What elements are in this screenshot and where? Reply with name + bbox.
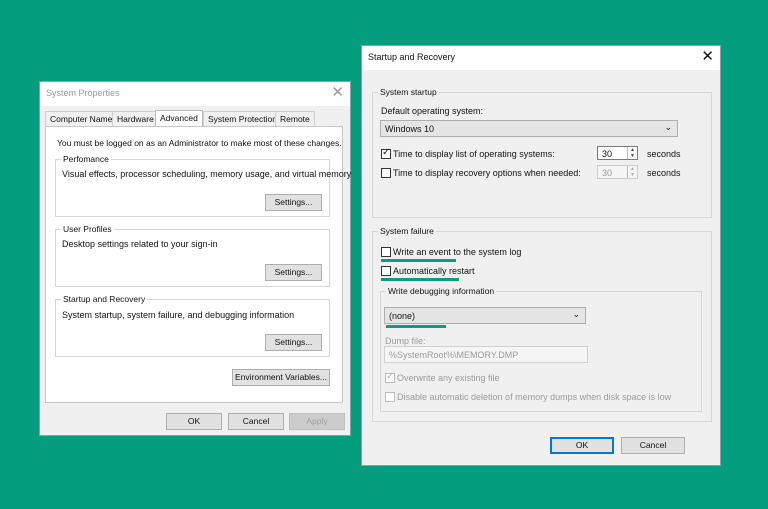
time-list-value: 30 [602, 149, 613, 159]
time-list-spinner[interactable]: 30 ▲ ▼ [597, 146, 638, 160]
auto-restart-checkbox[interactable] [381, 266, 391, 276]
performance-settings-button[interactable]: Settings... [265, 194, 322, 211]
admin-notice: You must be logged on as an Administrato… [57, 138, 342, 148]
system-failure-legend: System failure [378, 226, 436, 236]
startup-recovery-legend: Startup and Recovery [61, 294, 148, 304]
tab-advanced[interactable]: Advanced [155, 110, 203, 127]
write-event-highlight [381, 259, 456, 262]
startup-recovery-settings-button[interactable]: Settings... [265, 334, 322, 351]
tab-system-protection[interactable]: System Protection [203, 111, 282, 126]
write-event-checkbox[interactable] [381, 247, 391, 257]
sysprops-ok-button[interactable]: OK [166, 413, 222, 430]
startup-recovery-description: System startup, system failure, and debu… [62, 310, 295, 320]
debug-info-legend: Write debugging information [386, 286, 497, 296]
sr-title-bar[interactable]: Startup and Recovery ✕ [362, 46, 720, 70]
user-profiles-legend: User Profiles [61, 224, 114, 234]
dump-file-input[interactable]: %SystemRoot%\MEMORY.DMP [384, 346, 588, 363]
chevron-down-icon: ⌄ [664, 122, 672, 132]
dump-file-value: %SystemRoot%\MEMORY.DMP [389, 350, 519, 360]
debug-type-highlight [386, 325, 446, 328]
time-list-label: Time to display list of operating system… [393, 149, 555, 159]
window-title: System Properties [46, 88, 120, 98]
chevron-down-icon: ⌄ [572, 309, 580, 319]
performance-description: Visual effects, processor scheduling, me… [62, 169, 352, 179]
disable-auto-delete-label: Disable automatic deletion of memory dum… [397, 392, 672, 402]
auto-restart-label: Automatically restart [393, 266, 475, 276]
spin-arrows-icon[interactable]: ▲ ▼ [627, 166, 637, 178]
user-profiles-settings-button[interactable]: Settings... [265, 264, 322, 281]
spin-arrows-icon[interactable]: ▲ ▼ [627, 147, 637, 159]
performance-legend: Perfomance [61, 154, 111, 164]
time-list-unit: seconds [647, 149, 681, 159]
close-icon[interactable]: ✕ [701, 48, 714, 66]
sr-cancel-button[interactable]: Cancel [621, 437, 685, 454]
close-icon[interactable]: ✕ [331, 84, 344, 102]
time-recovery-spinner[interactable]: 30 ▲ ▼ [597, 165, 638, 179]
overwrite-label: Overwrite any existing file [397, 373, 500, 383]
disable-auto-delete-checkbox[interactable] [385, 392, 395, 402]
sr-window-title: Startup and Recovery [368, 52, 456, 62]
write-event-label: Write an event to the system log [393, 247, 522, 257]
time-recovery-value: 30 [602, 168, 613, 178]
default-os-value: Windows 10 [385, 124, 435, 134]
default-os-select[interactable]: Windows 10 ⌄ [380, 120, 678, 137]
time-recovery-unit: seconds [647, 168, 681, 178]
time-recovery-checkbox[interactable] [381, 168, 391, 178]
default-os-label: Default operating system: [381, 106, 484, 116]
title-bar[interactable]: System Properties ✕ [40, 82, 350, 106]
sysprops-cancel-button[interactable]: Cancel [228, 413, 284, 430]
system-startup-legend: System startup [378, 87, 439, 97]
auto-restart-highlight [381, 278, 459, 281]
time-list-checkbox[interactable] [381, 147, 391, 159]
dump-file-label: Dump file: [385, 336, 426, 346]
debug-type-value: (none) [389, 311, 416, 321]
tab-computer-name[interactable]: Computer Name [45, 111, 118, 126]
overwrite-checkbox[interactable] [385, 371, 395, 383]
sysprops-apply-button[interactable]: Apply [289, 413, 345, 430]
sr-ok-button[interactable]: OK [550, 437, 614, 454]
environment-variables-button[interactable]: Environment Variables... [232, 369, 330, 386]
user-profiles-description: Desktop settings related to your sign-in [62, 239, 218, 249]
debug-type-select[interactable]: (none) ⌄ [384, 307, 586, 324]
time-recovery-label: Time to display recovery options when ne… [393, 168, 581, 178]
tab-remote[interactable]: Remote [275, 111, 315, 126]
tab-hardware[interactable]: Hardware [112, 111, 159, 126]
